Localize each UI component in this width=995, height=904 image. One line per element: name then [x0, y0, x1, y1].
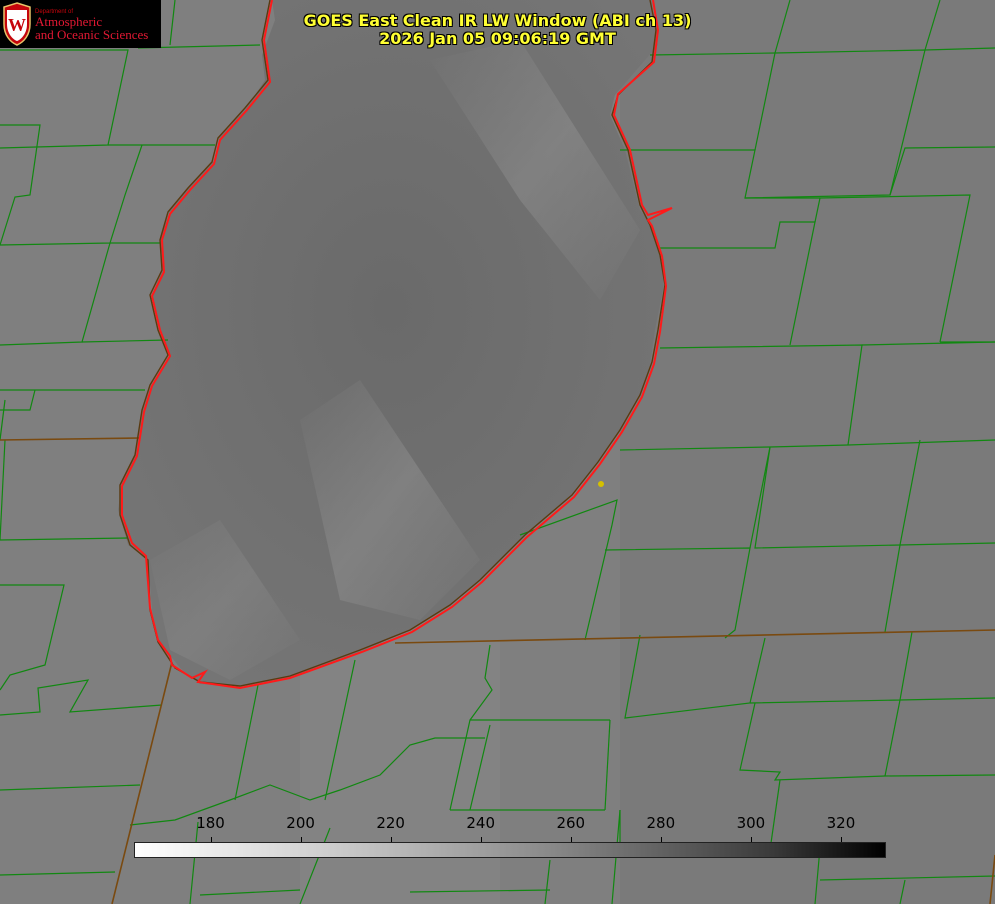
colorbar-tick-label: 260: [556, 814, 586, 832]
colorbar: [134, 842, 886, 858]
colorbar-tick-label: 280: [646, 814, 676, 832]
land-shading-east: [620, 0, 995, 904]
colorbar-tick-mark: [751, 837, 752, 842]
colorbar-tick-label: 300: [736, 814, 766, 832]
satellite-image-viewer: GOES East Clean IR LW Window (ABI ch 13)…: [0, 0, 995, 904]
svg-text:W: W: [8, 15, 26, 35]
land-shading-south: [300, 640, 500, 904]
colorbar-tick-label: 320: [826, 814, 856, 832]
ir-satellite-map: [0, 0, 995, 904]
colorbar-tick-mark: [301, 837, 302, 842]
department-logo: W Department of Atmospheric and Oceanic …: [0, 0, 161, 48]
colorbar-tick-mark: [391, 837, 392, 842]
uw-crest-icon: W: [3, 2, 31, 46]
colorbar-tick-mark: [571, 837, 572, 842]
colorbar-tick-mark: [211, 837, 212, 842]
colorbar-tick-label: 180: [196, 814, 225, 832]
colorbar-tick-label: 220: [376, 814, 405, 832]
colorbar-tick-mark: [661, 837, 662, 842]
colorbar-tick-mark: [481, 837, 482, 842]
colorbar-tick-label: 240: [466, 814, 496, 832]
colorbar-tick-mark: [841, 837, 842, 842]
location-marker-icon: [598, 481, 604, 487]
colorbar-tick-label: 200: [286, 814, 315, 832]
logo-line2: and Oceanic Sciences: [35, 27, 149, 42]
